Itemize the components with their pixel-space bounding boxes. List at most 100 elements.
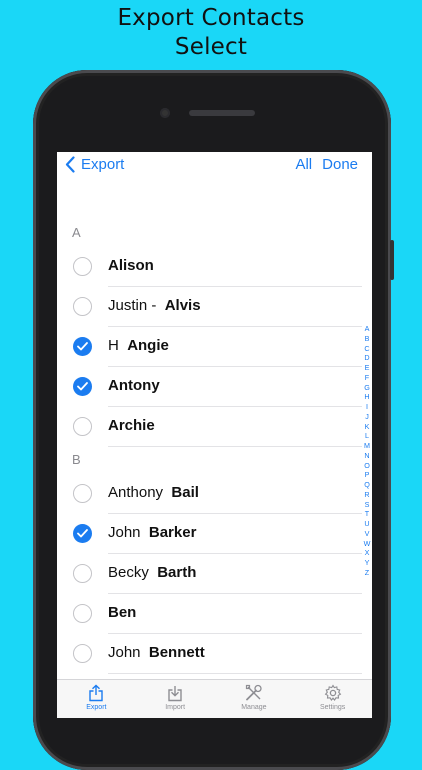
contact-row[interactable]: Justin - Alvis: [57, 287, 362, 327]
contact-name: Justin - Alvis: [108, 297, 201, 314]
contact-name: Becky Barth: [108, 564, 196, 581]
tab-bar: Export Import Manage Settings: [57, 679, 372, 718]
back-button[interactable]: Export: [65, 156, 124, 173]
contact-row[interactable]: Anthony Bail: [57, 474, 362, 514]
index-letter[interactable]: B: [365, 334, 370, 344]
tab-import-label: Import: [165, 704, 186, 711]
first-name: Becky: [108, 564, 149, 581]
done-button[interactable]: Done: [322, 156, 358, 173]
checkbox-unchecked[interactable]: [73, 564, 92, 583]
contact-name: John Bennett: [108, 644, 205, 661]
last-name: Barker: [148, 524, 197, 541]
checkbox-checked[interactable]: [73, 524, 92, 543]
first-name: John: [108, 524, 141, 541]
tab-export[interactable]: Export: [57, 680, 136, 718]
section-index[interactable]: ABCDEFGHIJKLMNOPQRSTUVWXYZ: [363, 324, 371, 578]
checkmark-icon: [77, 529, 88, 538]
index-letter[interactable]: U: [364, 519, 369, 529]
first-name: Justin -: [108, 297, 157, 314]
checkbox-unchecked[interactable]: [73, 484, 92, 503]
index-letter[interactable]: P: [365, 470, 370, 480]
tab-settings[interactable]: Settings: [293, 680, 372, 718]
last-name: Antony: [108, 377, 160, 394]
last-name: Archie: [108, 417, 155, 434]
app-screen: Export All Done A Alison Justin - Alvis H A…: [57, 152, 372, 718]
contact-name: John Barker: [108, 524, 196, 541]
index-letter[interactable]: O: [364, 461, 370, 471]
select-all-button[interactable]: All: [295, 156, 312, 173]
checkmark-icon: [77, 342, 88, 351]
tab-export-label: Export: [86, 704, 107, 711]
index-letter[interactable]: L: [365, 431, 369, 441]
index-letter[interactable]: J: [365, 412, 369, 422]
last-name: Angie: [127, 337, 169, 354]
contact-row[interactable]: Alison: [57, 247, 362, 287]
chevron-left-icon: [65, 156, 75, 173]
download-icon: [168, 686, 182, 702]
last-name: Barth: [157, 564, 197, 581]
index-letter[interactable]: Z: [365, 568, 369, 578]
gear-icon: [324, 684, 341, 701]
contact-row[interactable]: John Bennett: [57, 634, 362, 674]
index-letter[interactable]: N: [364, 451, 369, 461]
index-letter[interactable]: D: [364, 353, 369, 363]
side-button: [390, 240, 394, 280]
index-letter[interactable]: G: [364, 383, 370, 393]
index-letter[interactable]: Q: [364, 480, 370, 490]
contact-row[interactable]: John Barker: [57, 514, 362, 554]
contact-row[interactable]: H Angie: [57, 327, 362, 367]
row-separator: [108, 673, 362, 674]
last-name: Bennett: [148, 644, 205, 661]
nav-actions: All Done: [295, 156, 358, 173]
headline-line-1: Export Contacts: [117, 5, 305, 31]
front-camera: [160, 108, 170, 118]
checkbox-unchecked[interactable]: [73, 604, 92, 623]
checkbox-unchecked[interactable]: [73, 644, 92, 663]
tab-manage[interactable]: Manage: [215, 680, 294, 718]
index-letter[interactable]: V: [365, 529, 370, 539]
index-letter[interactable]: X: [365, 548, 370, 558]
last-name: Alvis: [164, 297, 201, 314]
index-letter[interactable]: R: [364, 490, 369, 500]
first-name: Anthony: [108, 484, 164, 501]
last-name: Bail: [171, 484, 199, 501]
promo-headline: Export Contacts Select: [0, 4, 422, 62]
row-separator: [108, 446, 362, 447]
index-letter[interactable]: H: [364, 392, 369, 402]
contact-row[interactable]: Archie: [57, 407, 362, 447]
contact-name: Alison: [108, 257, 154, 274]
index-letter[interactable]: E: [365, 363, 370, 373]
checkmark-icon: [77, 382, 88, 391]
contact-row[interactable]: Becky Barth: [57, 554, 362, 594]
index-letter[interactable]: I: [366, 402, 368, 412]
tab-settings-label: Settings: [319, 704, 346, 711]
checkbox-checked[interactable]: [73, 377, 92, 396]
index-letter[interactable]: S: [365, 500, 370, 510]
back-label: Export: [81, 156, 125, 173]
checkbox-unchecked[interactable]: [73, 417, 92, 436]
contact-name: Antony: [108, 377, 160, 394]
contact-row[interactable]: Ben: [57, 594, 362, 634]
contact-name: Ben: [108, 604, 136, 621]
checkbox-checked[interactable]: [73, 337, 92, 356]
share-icon: [89, 684, 104, 702]
index-letter[interactable]: Y: [365, 558, 370, 568]
last-name: Alison: [108, 257, 154, 274]
earpiece-speaker: [189, 110, 255, 116]
index-letter[interactable]: C: [364, 344, 369, 354]
tools-icon: [245, 684, 262, 701]
index-letter[interactable]: W: [364, 539, 371, 549]
contact-row[interactable]: Antony: [57, 367, 362, 407]
index-letter[interactable]: M: [364, 441, 370, 451]
tab-import[interactable]: Import: [136, 680, 215, 718]
checkbox-unchecked[interactable]: [73, 257, 92, 276]
contact-name: Anthony Bail: [108, 484, 199, 501]
first-name: John: [108, 644, 141, 661]
index-letter[interactable]: K: [365, 422, 370, 432]
index-letter[interactable]: F: [365, 373, 369, 383]
section-header: B: [72, 452, 81, 467]
checkbox-unchecked[interactable]: [73, 297, 92, 316]
index-letter[interactable]: T: [365, 509, 369, 519]
index-letter[interactable]: A: [365, 324, 370, 334]
last-name: Ben: [108, 604, 137, 621]
